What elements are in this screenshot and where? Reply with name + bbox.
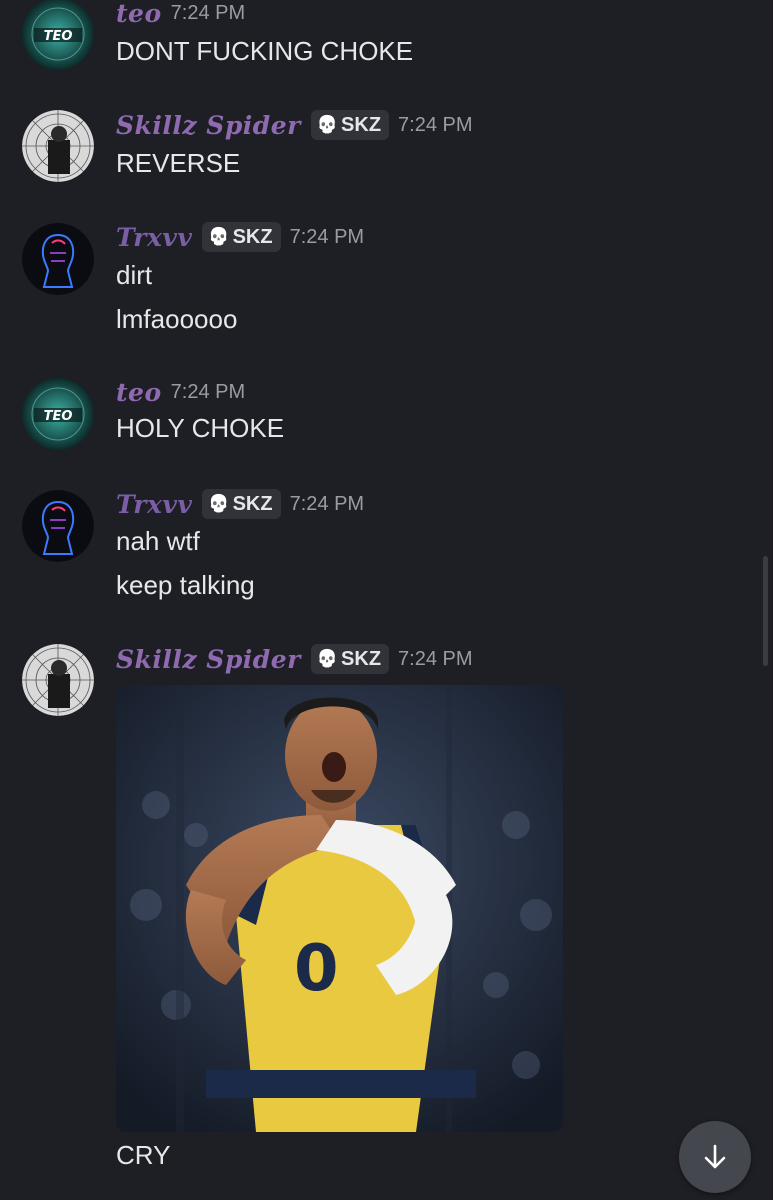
message-text: dirt bbox=[116, 260, 153, 290]
skull-icon: 💀 bbox=[208, 227, 230, 246]
username[interactable]: Skillz Spider bbox=[116, 645, 301, 674]
message-text: REVERSE bbox=[116, 148, 241, 178]
avatar[interactable]: TEO bbox=[22, 0, 94, 70]
timestamp: 7:24 PM bbox=[170, 380, 246, 403]
message-item: Trxvv 💀 SKZ 7:24 PM nah wtf keep talking bbox=[0, 486, 760, 606]
teo-logo-icon: TEO bbox=[22, 0, 94, 70]
clan-tag[interactable]: 💀 SKZ bbox=[310, 110, 390, 140]
message-header: Trxvv 💀 SKZ 7:24 PM bbox=[116, 220, 364, 254]
username[interactable]: teo bbox=[116, 378, 162, 407]
neon-silhouette-avatar-icon bbox=[22, 490, 94, 562]
svg-text:TEO: TEO bbox=[44, 409, 73, 424]
scroll-to-bottom-button[interactable] bbox=[679, 1121, 751, 1193]
message-header: Trxvv 💀 SKZ 7:24 PM bbox=[116, 487, 364, 521]
tag-label: SKZ bbox=[232, 492, 273, 515]
tag-label: SKZ bbox=[341, 113, 382, 136]
svg-text:TEO: TEO bbox=[44, 29, 73, 44]
avatar[interactable] bbox=[22, 490, 94, 562]
timestamp: 7:24 PM bbox=[289, 225, 365, 248]
avatar[interactable] bbox=[22, 110, 94, 182]
scrollbar[interactable] bbox=[763, 556, 768, 666]
message-text: lmfaooooo bbox=[116, 304, 238, 334]
username[interactable]: teo bbox=[116, 0, 162, 28]
avatar[interactable] bbox=[22, 644, 94, 716]
message-text: keep talking bbox=[116, 570, 255, 600]
message-text: CRY bbox=[116, 1140, 171, 1170]
message-text: DONT FUCKING CHOKE bbox=[116, 36, 414, 66]
clan-tag[interactable]: 💀 SKZ bbox=[202, 222, 281, 252]
timestamp: 7:24 PM bbox=[398, 113, 473, 136]
username[interactable]: Skillz Spider bbox=[116, 111, 301, 140]
tag-label: SKZ bbox=[232, 225, 273, 248]
teo-logo-icon: TEO bbox=[22, 378, 94, 450]
arrow-down-icon bbox=[704, 1144, 726, 1169]
message-item: TEO teo 7:24 PM DONT FUCKING CHOKE bbox=[0, 0, 760, 80]
skull-icon: 💀 bbox=[208, 494, 230, 513]
username[interactable]: Trxvv bbox=[116, 223, 192, 252]
timestamp: 7:24 PM bbox=[289, 492, 365, 515]
timestamp: 7:24 PM bbox=[398, 647, 473, 670]
image-attachment[interactable]: 0 bbox=[116, 685, 563, 1132]
message-feed: TEO teo 7:24 PM DONT FUCKING CHOKE Skill… bbox=[0, 0, 773, 1200]
message-text: nah wtf bbox=[116, 526, 200, 556]
message-header: teo 7:24 PM bbox=[116, 0, 245, 30]
clan-tag[interactable]: 💀 SKZ bbox=[202, 489, 281, 519]
tag-label: SKZ bbox=[341, 647, 382, 670]
basketball-player-image: 0 bbox=[116, 685, 563, 1132]
username[interactable]: Trxvv bbox=[116, 490, 192, 519]
svg-text:0: 0 bbox=[294, 932, 339, 1006]
clan-tag[interactable]: 💀 SKZ bbox=[310, 644, 390, 674]
avatar[interactable]: TEO bbox=[22, 378, 94, 450]
neon-silhouette-avatar-icon bbox=[22, 223, 94, 295]
message-header: teo 7:24 PM bbox=[116, 375, 245, 409]
timestamp: 7:24 PM bbox=[170, 1, 246, 24]
spiderweb-avatar-icon bbox=[22, 110, 94, 182]
message-text: HOLY CHOKE bbox=[116, 413, 285, 443]
message-item: Trxvv 💀 SKZ 7:24 PM dirt lmfaooooo bbox=[0, 218, 760, 338]
skull-icon: 💀 bbox=[316, 649, 339, 668]
avatar[interactable] bbox=[22, 223, 94, 295]
message-header: Skillz Spider 💀 SKZ 7:24 PM bbox=[116, 108, 473, 142]
message-item: TEO teo 7:24 PM HOLY CHOKE bbox=[0, 375, 760, 460]
skull-icon: 💀 bbox=[316, 115, 339, 134]
message-item: Skillz Spider 💀 SKZ 7:24 PM REVERSE bbox=[0, 105, 760, 195]
message-header: Skillz Spider 💀 SKZ 7:24 PM bbox=[116, 642, 473, 676]
spiderweb-avatar-icon bbox=[22, 644, 94, 716]
